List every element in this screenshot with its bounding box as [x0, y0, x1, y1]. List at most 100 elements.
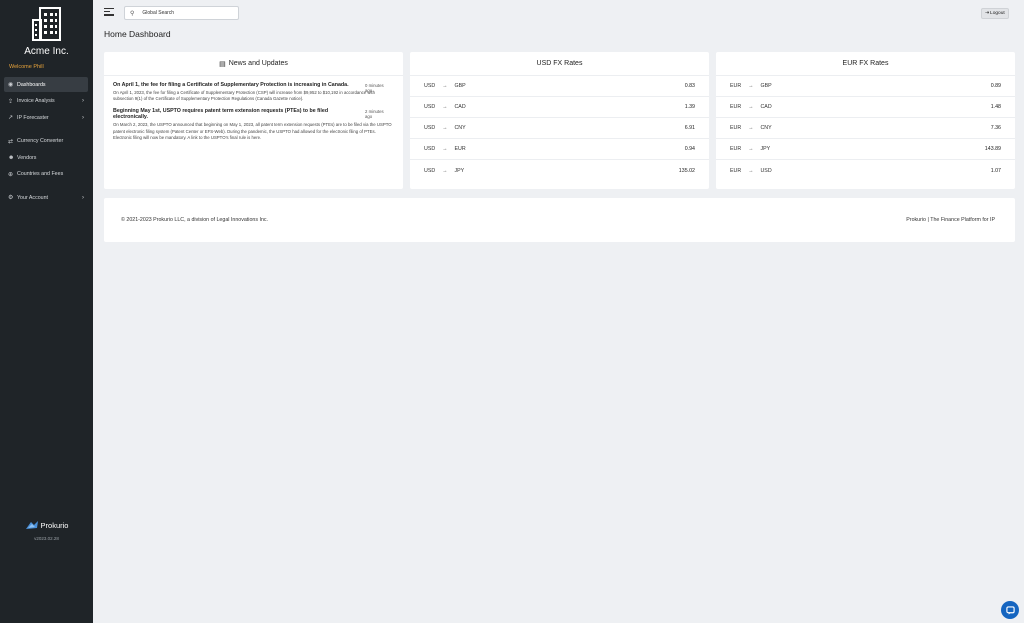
fx-value: 0.89 [990, 83, 1001, 89]
app-version: v2023.02.28 [34, 536, 59, 541]
company-name: Acme Inc. [24, 46, 69, 57]
chevron-right-icon: › [82, 98, 84, 104]
sidebar-item-label: Currency Converter [17, 138, 64, 144]
arrow-right-icon: → [442, 167, 448, 174]
company-logo: Acme Inc. [0, 6, 93, 57]
logout-button[interactable]: ⇥ Logout [981, 8, 1009, 19]
fx-value: 1.07 [990, 167, 1001, 174]
search-input[interactable] [142, 10, 233, 16]
news-body: On April 1, 2023, the fee for filing a C… [113, 89, 376, 102]
fx-to: EUR [454, 146, 466, 152]
news-headline[interactable]: On April 1, the fee for filing a Certifi… [113, 82, 353, 89]
arrow-right-icon: → [748, 104, 754, 110]
fx-from: USD [424, 104, 436, 110]
page-footer: © 2021-2023 Prokurio LLC, a division of … [104, 198, 1015, 242]
sidebar-item-ip-forecaster[interactable]: ↗ IP Forecaster › [4, 110, 88, 125]
building-icon [31, 7, 61, 41]
arrow-right-icon: → [748, 146, 754, 152]
fx-to: GBP [760, 83, 772, 89]
chevron-right-icon: › [82, 194, 84, 201]
news-card-title: News and Updates [228, 60, 288, 67]
brand-name: Prokurio [40, 520, 69, 530]
fx-row: EUR → GBP 0.89 [716, 76, 1015, 97]
fx-value: 7.36 [990, 125, 1001, 131]
news-card: ▤ News and Updates On April 1, the fee f… [104, 52, 403, 189]
news-headline[interactable]: Beginning May 1st, USPTO requires patent… [113, 108, 353, 121]
currency-exchange-icon: ⇄ [8, 138, 14, 145]
fx-to: JPY [760, 146, 771, 152]
fx-to: CNY [454, 125, 466, 131]
fx-value: 6.91 [684, 125, 695, 131]
usd-fx-list: USD → GBP 0.83 USD → CAD 1.39 USD → CNY 6.91 USD →… [410, 76, 709, 181]
arrow-right-icon: → [442, 125, 448, 131]
sidebar-item-label: Invoice Analysis [17, 98, 55, 104]
arrow-right-icon: → [442, 146, 448, 152]
fx-from: EUR [730, 83, 742, 89]
news-timestamp: 2 minutes ago [365, 108, 384, 120]
fx-to: GBP [454, 83, 466, 89]
fx-row: EUR → CAD 1.48 [716, 97, 1015, 118]
sidebar-item-countries-and-fees[interactable]: ⊕ Countries and Fees [4, 167, 88, 182]
fx-from: USD [424, 146, 436, 152]
news-card-header: ▤ News and Updates [104, 52, 403, 76]
sidebar-item-label: IP Forecaster [17, 114, 49, 121]
prokurio-logo-icon [25, 521, 38, 529]
footer-copyright: © 2021-2023 Prokurio LLC, a division of … [121, 217, 269, 223]
fx-from: USD [424, 167, 436, 174]
fx-to: CAD [760, 104, 772, 110]
welcome-text: Welcome Phill [9, 64, 44, 70]
fx-value: 1.48 [990, 104, 1001, 110]
fx-row: EUR → USD 1.07 [716, 160, 1015, 181]
brand-footer: Prokurio v2023.02.28 [0, 520, 93, 541]
sidebar-item-label: Vendors [17, 154, 37, 161]
global-search[interactable]: ⚲ [124, 6, 239, 20]
users-icon: ☻ [8, 154, 15, 161]
fx-row: USD → JPY 135.02 [410, 160, 709, 181]
chat-bubble-icon [1005, 605, 1015, 615]
fx-value: 0.83 [684, 83, 695, 89]
arrow-right-icon: → [748, 83, 754, 89]
fx-value: 143.89 [984, 146, 1001, 152]
sidebar-item-vendors[interactable]: ☻ Vendors [4, 150, 88, 165]
chevron-right-icon: › [82, 114, 84, 121]
fx-value: 135.02 [678, 167, 695, 174]
sidebar-item-label: Dashboards [17, 81, 46, 88]
globe-icon: ⊕ [8, 171, 14, 178]
arrow-right-icon: → [748, 125, 754, 131]
arrow-right-icon: → [442, 104, 448, 110]
trend-chart-icon: ↗ [8, 115, 14, 121]
fx-value: 0.94 [684, 146, 695, 152]
news-item: Beginning May 1st, USPTO requires patent… [104, 108, 403, 142]
arrow-right-icon: → [748, 167, 754, 174]
fx-value: 1.39 [684, 104, 695, 110]
search-icon: ⚲ [130, 10, 135, 17]
page-title: Home Dashboard [104, 29, 171, 39]
fx-row: USD → CAD 1.39 [410, 97, 709, 118]
fx-row: USD → CNY 6.91 [410, 118, 709, 139]
sidebar-item-dashboards[interactable]: ◉ Dashboards [4, 77, 88, 92]
fx-from: EUR [730, 104, 742, 110]
sidebar-nav: ◉ Dashboards ⇪ Invoice Analysis › ↗ IP F… [4, 77, 88, 207]
fx-to: USD [760, 167, 772, 174]
menu-toggle-button[interactable] [104, 8, 114, 18]
sidebar-item-your-account[interactable]: ⚙ Your Account › [4, 190, 88, 205]
fx-row: USD → GBP 0.83 [410, 76, 709, 97]
fx-to: JPY [454, 167, 465, 174]
news-timestamp: 0 minutes ago [365, 83, 384, 94]
fx-row: USD → EUR 0.94 [410, 139, 709, 160]
sidebar-item-label: Your Account [17, 194, 49, 201]
eur-fx-card: EUR FX Rates EUR → GBP 0.89 EUR → CAD 1.48 EUR… [716, 52, 1015, 189]
newspaper-icon: ▤ [219, 60, 226, 68]
fx-to: CAD [454, 104, 466, 110]
chat-button[interactable] [1001, 601, 1019, 619]
arrow-right-icon: → [442, 83, 448, 89]
fx-from: EUR [730, 125, 742, 131]
fx-from: EUR [730, 167, 742, 174]
eur-fx-card-title: EUR FX Rates [716, 52, 1015, 76]
sidebar-item-currency-converter[interactable]: ⇄ Currency Converter [4, 134, 88, 149]
sidebar-item-invoice-analysis[interactable]: ⇪ Invoice Analysis › [4, 94, 88, 109]
news-body: On March 2, 2023, the USPTO announced th… [113, 121, 392, 141]
logout-label: Logout [990, 11, 1005, 16]
upload-icon: ⇪ [8, 98, 14, 105]
fx-from: USD [424, 83, 436, 89]
